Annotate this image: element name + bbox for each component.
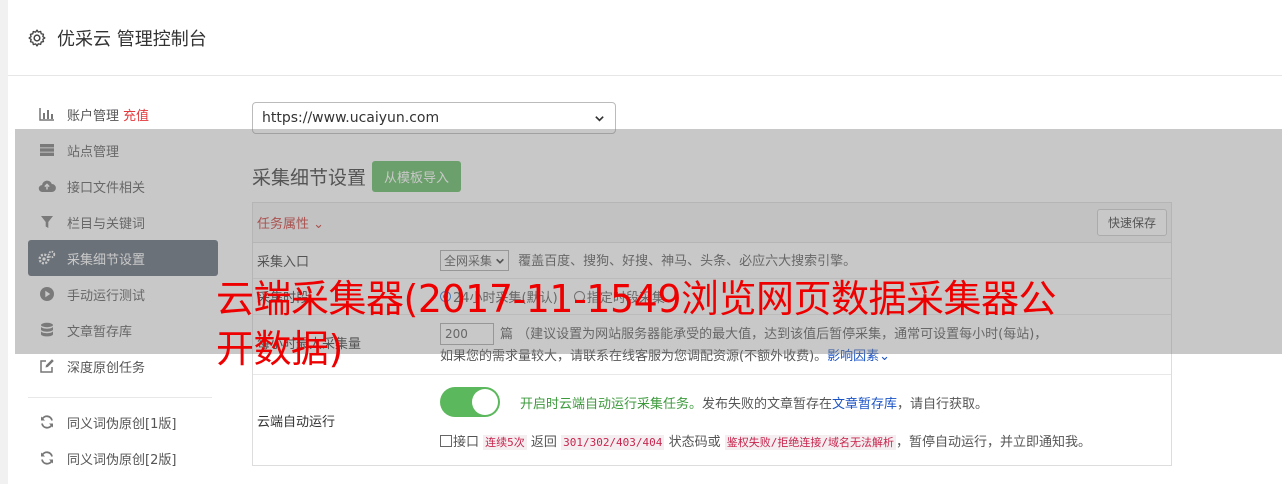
sidebar-item-label: 采集细节设置 (67, 252, 146, 268)
sidebar-item-deep-original[interactable]: 深度原创任务 (28, 348, 218, 384)
collect-entry-desc: 覆盖百度、搜狗、好搜、神马、头条、必应六大搜索引擎。 (518, 254, 857, 269)
cogs-icon (38, 249, 56, 267)
task-attributes-toggle[interactable]: 任务属性 ⌄ (257, 213, 324, 232)
bar-chart-icon (38, 105, 56, 123)
auto-run-toggle[interactable] (440, 387, 500, 417)
database-icon (38, 321, 56, 339)
edit-icon (38, 357, 56, 375)
panel-header: 任务属性 ⌄ 快速保存 (253, 203, 1171, 243)
auto-run-desc: 开启时云端自动运行采集任务。 (520, 396, 703, 412)
code-status: 301/302/403/404 (561, 435, 665, 450)
site-select-value: https://www.ucaiyun.com (262, 110, 440, 126)
sidebar-item-manual-run[interactable]: 手动运行测试 (28, 276, 218, 312)
sidebar-divider (28, 384, 212, 398)
text-return: 返回 (530, 435, 557, 450)
gear-icon (28, 28, 46, 47)
refresh-icon (38, 413, 56, 431)
sidebar-item-account[interactable]: 账户管理 充值 (28, 96, 218, 132)
recharge-link[interactable]: 充值 (123, 105, 149, 124)
code-consecutive: 连续5次 (483, 435, 527, 450)
section-header: 采集细节设置 从模板导入 (252, 161, 1172, 192)
sidebar-item-synonym-v2[interactable]: 同义词伪原创[2版] (28, 440, 218, 476)
sidebar-item-synonym-v1[interactable]: 同义词伪原创[1版] (28, 404, 218, 440)
chevron-down-icon (595, 115, 604, 122)
row-cloud-auto-run: 云端自动运行 开启时云端自动运行采集任务。发布失败的文章暂存在文章暂存库，请自行… (253, 375, 1171, 465)
sidebar-item-label: 同义词伪原创[2版] (67, 452, 177, 468)
sidebar-item-label: 接口文件相关 (67, 180, 146, 196)
collect-entry-select-value: 全网采集 (444, 254, 493, 268)
refresh-icon (38, 449, 56, 467)
app-shell: 优采云 管理控制台 账户管理 充值 站点管理 接口文件相关 栏目与关键词 采集细… (8, 0, 1282, 484)
row-label: 采集入口 (257, 255, 310, 270)
sidebar-item-sites[interactable]: 站点管理 (28, 132, 218, 168)
page-title: 优采云 管理控制台 (57, 28, 207, 50)
sidebar-item-columns-keywords[interactable]: 栏目与关键词 (28, 204, 218, 240)
filter-icon (38, 213, 56, 231)
quick-save-button[interactable]: 快速保存 (1096, 209, 1167, 236)
server-icon (38, 141, 56, 159)
sidebar-item-article-store[interactable]: 文章暂存库 (28, 312, 218, 348)
play-circle-icon (38, 285, 56, 303)
text-pause: ，暂停自动运行，并立即通知我。 (895, 435, 1091, 450)
top-header: 优采云 管理控制台 (8, 0, 1282, 76)
row-value: 开启时云端自动运行采集任务。发布失败的文章暂存在文章暂存库，请自行获取。 接口 … (440, 375, 1171, 465)
checkbox-label: 接口 (453, 435, 480, 450)
article-store-link[interactable]: 文章暂存库 (832, 397, 897, 412)
code-errors: 鉴权失败/拒绝连接/域名无法解析 (724, 435, 896, 450)
sidebar-item-label: 栏目与关键词 (67, 216, 146, 232)
auto-run-text: 发布失败的文章暂存在 (702, 396, 833, 412)
auto-run-text-end: ，请自行获取。 (897, 396, 989, 412)
sidebar-item-label: 账户管理 (67, 108, 120, 124)
section-title: 采集细节设置 (252, 167, 367, 189)
row-label: 云端自动运行 (257, 415, 336, 430)
row-value: 全网采集 覆盖百度、搜狗、好搜、神马、头条、必应六大搜索引擎。 (440, 250, 1171, 271)
sidebar-item-label: 文章暂存库 (67, 324, 133, 340)
sidebar-item-api-files[interactable]: 接口文件相关 (28, 168, 218, 204)
cloud-upload-icon (38, 177, 56, 195)
sidebar-item-label: 同义词伪原创[1版] (67, 416, 177, 432)
chevron-down-icon (496, 258, 504, 264)
site-select[interactable]: https://www.ucaiyun.com (252, 102, 616, 134)
sidebar-item-label: 深度原创任务 (67, 360, 146, 376)
text-status-or: 状态码或 (668, 435, 721, 450)
sidebar-item-label: 手动运行测试 (67, 288, 146, 304)
sidebar: 账户管理 充值 站点管理 接口文件相关 栏目与关键词 采集细节设置 手动运行测试… (28, 96, 218, 476)
watermark-headline: 云端采集器(2017-11-1549浏览网页数据采集器公开数据) (216, 277, 1057, 371)
sidebar-item-label: 站点管理 (67, 144, 120, 160)
import-template-button[interactable]: 从模板导入 (372, 161, 462, 192)
collect-entry-select[interactable]: 全网采集 (440, 250, 510, 271)
pause-on-error-checkbox[interactable] (440, 435, 452, 447)
sidebar-item-collect-settings[interactable]: 采集细节设置 (28, 240, 218, 276)
